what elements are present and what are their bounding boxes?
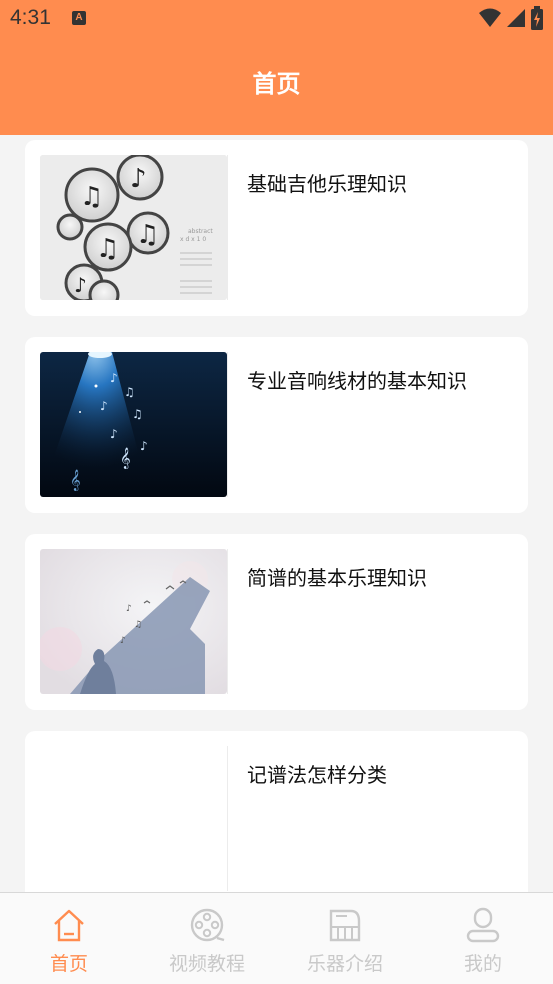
home-icon (54, 909, 84, 942)
thumbnail-divider (227, 352, 228, 497)
tab-label: 视频教程 (168, 953, 245, 975)
app-header: 首页 (0, 40, 553, 135)
svg-text:♫: ♫ (124, 385, 135, 399)
svg-text:𝄞: 𝄞 (70, 470, 81, 491)
article-card[interactable]: ♫ ♪ ♫ ♫ ♪ abstract x d x 1 0 基础吉他乐理知识 (25, 140, 528, 316)
page-title: 首页 (252, 70, 301, 98)
svg-text:♪: ♪ (110, 427, 118, 441)
user-icon (466, 907, 500, 943)
article-title: 专业音响线材的基本知识 (247, 369, 467, 393)
tab-label: 乐器介绍 (306, 953, 383, 975)
svg-text:♪: ♪ (130, 164, 147, 194)
svg-text:x d x 1 0: x d x 1 0 (180, 236, 206, 243)
film-reel-icon (190, 908, 225, 942)
article-list[interactable]: ♫ ♪ ♫ ♫ ♪ abstract x d x 1 0 基础吉他乐理知识 ♪ … (0, 135, 553, 892)
svg-text:♪: ♪ (100, 399, 108, 413)
status-icons (479, 6, 543, 30)
svg-text:♪: ♪ (140, 439, 148, 453)
article-title: 简谱的基本乐理知识 (247, 566, 427, 590)
piano-icon (329, 909, 361, 942)
article-card[interactable]: ♪ ♫ ♪ ♫ ♪ ♪ 𝄞 𝄞 专业音响线材的基本知识 (25, 337, 528, 513)
thumbnail-divider (227, 746, 228, 891)
tab-label: 首页 (49, 953, 88, 975)
svg-text:♪: ♪ (110, 371, 118, 385)
svg-text:abstract: abstract (188, 228, 213, 235)
svg-text:𝄞: 𝄞 (120, 448, 131, 469)
svg-text:♫: ♫ (80, 182, 103, 212)
wifi-icon (479, 8, 501, 27)
article-card[interactable]: ♪ ♫ ♪ 简谱的基本乐理知识 (25, 534, 528, 710)
article-title: 基础吉他乐理知识 (247, 172, 407, 196)
notification-icon: A (72, 11, 86, 25)
article-card[interactable]: 记谱法怎样分类 (25, 731, 528, 892)
tab-video-tutorials[interactable]: 视频教程 (138, 893, 276, 984)
tab-label: 我的 (463, 953, 502, 975)
svg-text:♫: ♫ (134, 620, 142, 630)
svg-text:♫: ♫ (132, 407, 143, 421)
article-thumbnail-blank (40, 746, 227, 891)
signal-icon (507, 9, 525, 27)
svg-text:♪: ♪ (126, 604, 132, 614)
svg-text:♫: ♫ (96, 234, 119, 264)
status-bar: 4:31 A (0, 0, 553, 40)
svg-text:♪: ♪ (120, 636, 126, 646)
battery-icon (531, 6, 543, 30)
tab-home[interactable]: 首页 (0, 893, 138, 984)
status-time: 4:31 (10, 6, 51, 29)
thumbnail-divider (227, 155, 228, 300)
article-thumbnail-spotlight: ♪ ♫ ♪ ♫ ♪ ♪ 𝄞 𝄞 (40, 352, 227, 497)
svg-text:♫: ♫ (136, 220, 159, 250)
thumbnail-divider (227, 549, 228, 694)
article-thumbnail-piano: ♪ ♫ ♪ (40, 549, 227, 694)
bottom-tab-bar: 首页 视频教程 乐器介绍 我的 (0, 892, 553, 984)
svg-text:♪: ♪ (74, 273, 87, 297)
tab-instruments[interactable]: 乐器介绍 (276, 893, 414, 984)
tab-profile[interactable]: 我的 (414, 893, 552, 984)
article-title: 记谱法怎样分类 (247, 763, 387, 787)
article-thumbnail-music-notes: ♫ ♪ ♫ ♫ ♪ abstract x d x 1 0 (40, 155, 227, 300)
